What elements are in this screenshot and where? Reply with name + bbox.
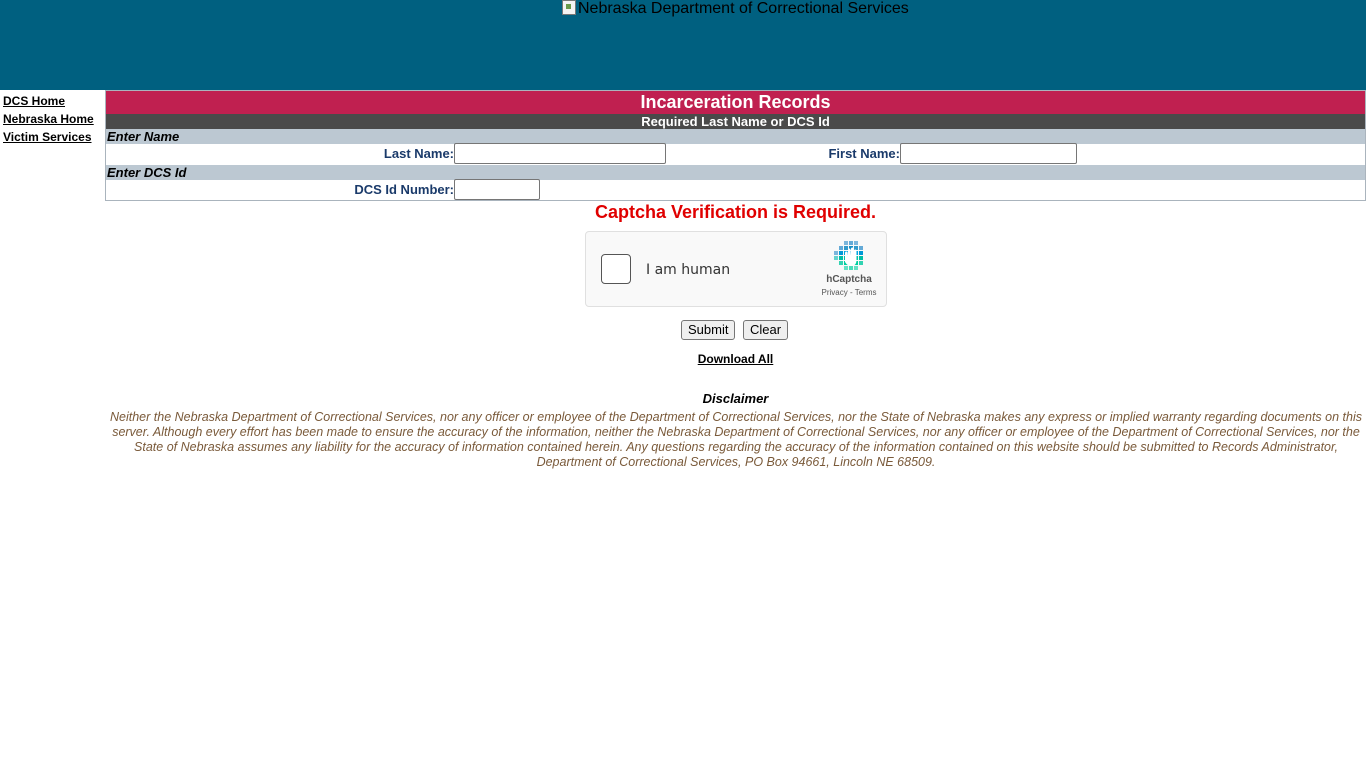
captcha-checkbox-label: I am human bbox=[646, 262, 731, 278]
hcaptcha-brand: hCaptcha bbox=[826, 274, 872, 285]
disclaimer-text: Neither the Nebraska Department of Corre… bbox=[110, 410, 1362, 469]
broken-image-icon bbox=[562, 0, 576, 15]
hcaptcha-widget: I am human hCaptcha Privacy - Terms bbox=[585, 231, 887, 307]
form-subtitle: Required Last Name or DCS Id bbox=[106, 114, 1365, 129]
search-form: Incarceration Records Required Last Name… bbox=[105, 90, 1366, 201]
first-name-label: First Name: bbox=[828, 146, 900, 161]
dcs-id-label: DCS Id Number: bbox=[354, 182, 454, 197]
first-name-input[interactable] bbox=[900, 143, 1077, 164]
last-name-label: Last Name: bbox=[383, 146, 454, 161]
clear-button[interactable]: Clear bbox=[743, 320, 789, 340]
side-navigation: DCS Home Nebraska Home Victim Services bbox=[3, 92, 103, 146]
download-all-link[interactable]: Download All bbox=[698, 352, 774, 366]
hcaptcha-links[interactable]: Privacy - Terms bbox=[812, 288, 886, 297]
section-enter-name: Enter Name bbox=[106, 129, 1365, 144]
nav-link-nebraska-home[interactable]: Nebraska Home bbox=[3, 110, 103, 128]
captcha-warning: Captcha Verification is Required. bbox=[594, 202, 877, 222]
page-header: Nebraska Department of Correctional Serv… bbox=[0, 0, 1366, 90]
form-title: Incarceration Records bbox=[106, 91, 1365, 114]
dcs-id-input[interactable] bbox=[454, 179, 540, 200]
section-enter-dcs-id: Enter DCS Id bbox=[106, 165, 1365, 180]
submit-button[interactable]: Submit bbox=[681, 320, 736, 340]
agency-logo: Nebraska Department of Correctional Serv… bbox=[562, 0, 909, 18]
nav-link-dcs-home[interactable]: DCS Home bbox=[3, 92, 103, 110]
disclaimer-title: Disclaimer bbox=[702, 391, 769, 406]
hcaptcha-logo-icon bbox=[834, 241, 863, 270]
last-name-input[interactable] bbox=[454, 143, 666, 164]
download-container: Download All bbox=[105, 351, 1366, 366]
nav-link-victim-services[interactable]: Victim Services bbox=[3, 128, 103, 146]
logo-alt-text: Nebraska Department of Correctional Serv… bbox=[578, 0, 909, 17]
captcha-checkbox[interactable] bbox=[601, 254, 631, 284]
